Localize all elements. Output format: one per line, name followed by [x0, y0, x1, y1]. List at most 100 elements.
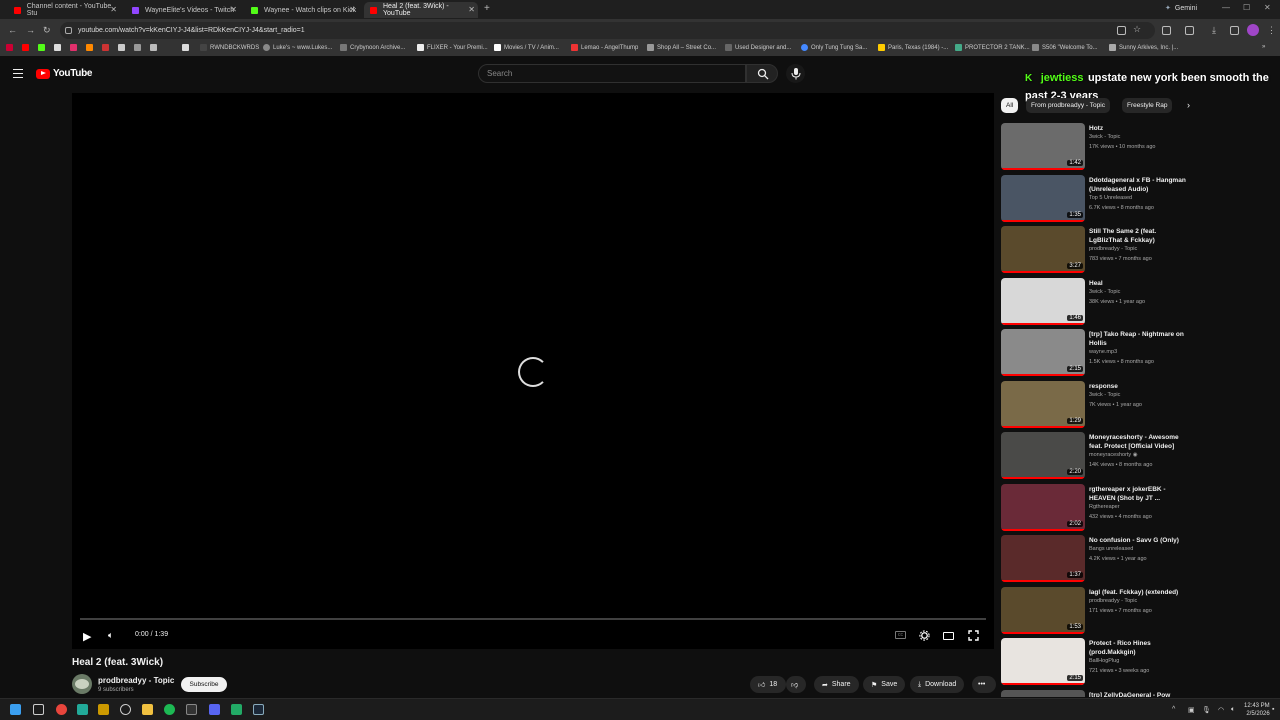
bookmark-icon[interactable]	[38, 44, 45, 51]
recommended-video[interactable]: 1:29 response 3wick - Topic 7K views • 1 ye…	[1001, 380, 1199, 431]
close-tab-icon[interactable]: ✕	[349, 5, 356, 14]
recommended-channel[interactable]: Bangs unreleased	[1089, 546, 1133, 552]
settings-gear-icon[interactable]	[919, 630, 930, 641]
recommended-title[interactable]: rgthereaper x jokerEBK - HEAVEN (Shot by…	[1089, 485, 1191, 503]
browser-tab[interactable]: Waynee - Watch clips on Kick ✕	[245, 2, 359, 18]
recommended-title[interactable]: Still The Same 2 (feat. LgBlizThat & Fck…	[1089, 227, 1191, 245]
reload-icon[interactable]: ↻	[43, 25, 51, 36]
browser-tab-active[interactable]: Heal 2 (feat. 3Wick) - YouTube ✕	[364, 2, 478, 18]
discord-icon[interactable]	[209, 704, 220, 715]
video-thumbnail[interactable]: 1:53	[1001, 586, 1085, 634]
video-player[interactable]: ▶ 🔈︎ 0:00 / 1:39 cc	[72, 93, 994, 649]
more-bookmarks-icon[interactable]: »	[1262, 44, 1265, 50]
recommended-channel[interactable]: Rgthereaper	[1089, 504, 1120, 510]
more-vertical-icon[interactable]: ⋮	[1197, 641, 1199, 650]
more-vertical-icon[interactable]: ⋮	[1197, 178, 1199, 187]
play-button[interactable]: ▶	[83, 630, 91, 643]
recommended-channel[interactable]: 3wick - Topic	[1089, 134, 1120, 140]
bookmark-item[interactable]: Sunny Arkives, Inc. |...	[1109, 44, 1178, 51]
video-thumbnail[interactable]: 1:42	[1001, 123, 1085, 170]
bookmark-item[interactable]: Luke's ~ www.Lukes...	[263, 44, 332, 51]
install-app-icon[interactable]	[1117, 26, 1126, 35]
site-info-icon[interactable]	[65, 27, 72, 34]
chevron-right-icon[interactable]: ›	[1182, 98, 1195, 113]
recommended-video[interactable]: [trp] ZellyDaGeneral - Pow ⋮	[1001, 689, 1199, 697]
video-thumbnail[interactable]	[1001, 689, 1085, 697]
app-icon[interactable]	[120, 704, 131, 715]
gemini-button[interactable]: ✦ Gemini	[1165, 4, 1197, 13]
app-icon[interactable]	[98, 704, 109, 715]
recommended-video[interactable]: 1:42 Hotz 3wick - Topic 17K views • 10 mont…	[1001, 123, 1199, 173]
spotify-icon[interactable]	[164, 704, 175, 715]
recommended-video[interactable]: 1:53 lagl (feat. Fckkay) (extended) prodbr…	[1001, 586, 1199, 637]
recommended-title[interactable]: lagl (feat. Fckkay) (extended)	[1089, 588, 1191, 597]
bookmark-icon[interactable]	[6, 44, 13, 51]
side-panel-icon[interactable]	[1162, 26, 1171, 35]
bookmark-item[interactable]: RWNDBCKWRDS	[200, 44, 259, 51]
more-vertical-icon[interactable]: ⋮	[1197, 332, 1199, 341]
close-window-icon[interactable]: ✕	[1264, 3, 1271, 12]
miniplayer-icon[interactable]	[943, 632, 954, 640]
recommended-video[interactable]: 1:37 No confusion - Savv G (Only) Bangs un…	[1001, 535, 1199, 585]
split-view-icon[interactable]	[1230, 26, 1239, 35]
file-explorer-icon[interactable]	[142, 704, 153, 715]
recommended-channel[interactable]: prodbreadyy - Topic	[1089, 246, 1137, 252]
minimize-icon[interactable]: —	[1222, 3, 1230, 12]
progress-bar[interactable]	[80, 618, 986, 620]
recommended-title[interactable]: Hotz	[1089, 124, 1191, 133]
recommended-video[interactable]: 2:15 Protect - Rico Hines (prod.Makkgin) B…	[1001, 638, 1199, 688]
save-button[interactable]: ⚑ Save	[863, 676, 906, 693]
video-thumbnail[interactable]: 2:15	[1001, 329, 1085, 376]
recommended-channel[interactable]: moneyraceshorty ◉	[1089, 452, 1138, 458]
video-thumbnail[interactable]: 1:35	[1001, 174, 1085, 222]
search-button[interactable]	[746, 64, 778, 83]
wifi-icon[interactable]: ◠	[1218, 706, 1224, 714]
bookmark-item[interactable]: Used Designer and...	[725, 44, 791, 51]
bookmark-icon[interactable]	[150, 44, 157, 51]
steam-icon[interactable]	[253, 704, 264, 715]
menu-icon[interactable]: ⋮	[1267, 25, 1276, 36]
speaker-icon[interactable]: 🔈︎	[1231, 706, 1235, 714]
bookmark-icon[interactable]	[70, 44, 77, 51]
windows-start-icon[interactable]	[10, 704, 21, 715]
recommended-video[interactable]: 2:02 rgthereaper x jokerEBK - HEAVEN (Sho…	[1001, 483, 1199, 534]
video-thumbnail[interactable]: 3:27	[1001, 226, 1085, 273]
recommended-channel[interactable]: prodbreadyy - Topic	[1089, 598, 1137, 604]
recommended-title[interactable]: [trp] Tako Reap - Nightmare on Hollis	[1089, 330, 1191, 348]
recommended-channel[interactable]: wayne.mp3	[1089, 349, 1117, 355]
youtube-logo[interactable]: YouTube	[36, 68, 93, 79]
tray-chevron-icon[interactable]: ^	[1172, 706, 1175, 713]
captions-icon[interactable]: cc	[895, 631, 906, 639]
bookmark-item[interactable]: Paris, Texas (1984) -...	[878, 44, 948, 51]
bookmark-item[interactable]: Movies / TV / Anim...	[494, 44, 559, 51]
recommended-video[interactable]: 1:35 Ddotdageneral x FB - Hangman (Unrele…	[1001, 174, 1199, 225]
recommended-title[interactable]: No confusion - Savv G (Only)	[1089, 536, 1191, 545]
search-input[interactable]: Search	[478, 64, 746, 83]
recommended-title[interactable]: Protect - Rico Hines (prod.Makkgin)	[1089, 639, 1191, 657]
bookmark-icon[interactable]	[54, 44, 61, 51]
dislike-button[interactable]: 👎︎	[786, 676, 806, 693]
bookmark-item[interactable]: Shop All – Street Co...	[647, 44, 716, 51]
microphone-icon[interactable]: 🎙︎	[1202, 706, 1211, 714]
app-icon[interactable]	[186, 704, 197, 715]
subscribe-button[interactable]: Subscribe	[181, 677, 227, 692]
bookmark-icon[interactable]	[22, 44, 29, 51]
more-vertical-icon[interactable]: ⋮	[1197, 281, 1199, 290]
recommended-video[interactable]: 2:20 Moneyraceshorty - Awesome feat. Prot…	[1001, 432, 1199, 482]
close-tab-icon[interactable]: ✕	[230, 5, 237, 14]
hamburger-menu-icon[interactable]	[13, 69, 23, 80]
close-tab-icon[interactable]: ✕	[468, 5, 475, 14]
download-button[interactable]: ⤓ Download	[910, 676, 965, 693]
fullscreen-icon[interactable]	[968, 630, 979, 641]
browser-tab[interactable]: Channel content - YouTube Stu ✕	[8, 2, 120, 18]
bookmark-item[interactable]: Crybynoon Archive...	[340, 44, 405, 51]
close-tab-icon[interactable]: ✕	[110, 5, 117, 14]
maximize-icon[interactable]: ☐	[1243, 3, 1250, 12]
chip-freestyle-rap[interactable]: Freestyle Rap	[1122, 98, 1173, 113]
recommended-channel[interactable]: BallHogPlug	[1089, 658, 1119, 664]
chip-all[interactable]: All	[1001, 98, 1019, 113]
bookmark-item[interactable]: Only Tung Tung Sa...	[801, 44, 867, 51]
recommended-channel[interactable]: 3wick - Topic	[1089, 392, 1120, 398]
more-vertical-icon[interactable]: ⋮	[1197, 126, 1199, 135]
new-tab-button[interactable]: +	[484, 3, 490, 14]
